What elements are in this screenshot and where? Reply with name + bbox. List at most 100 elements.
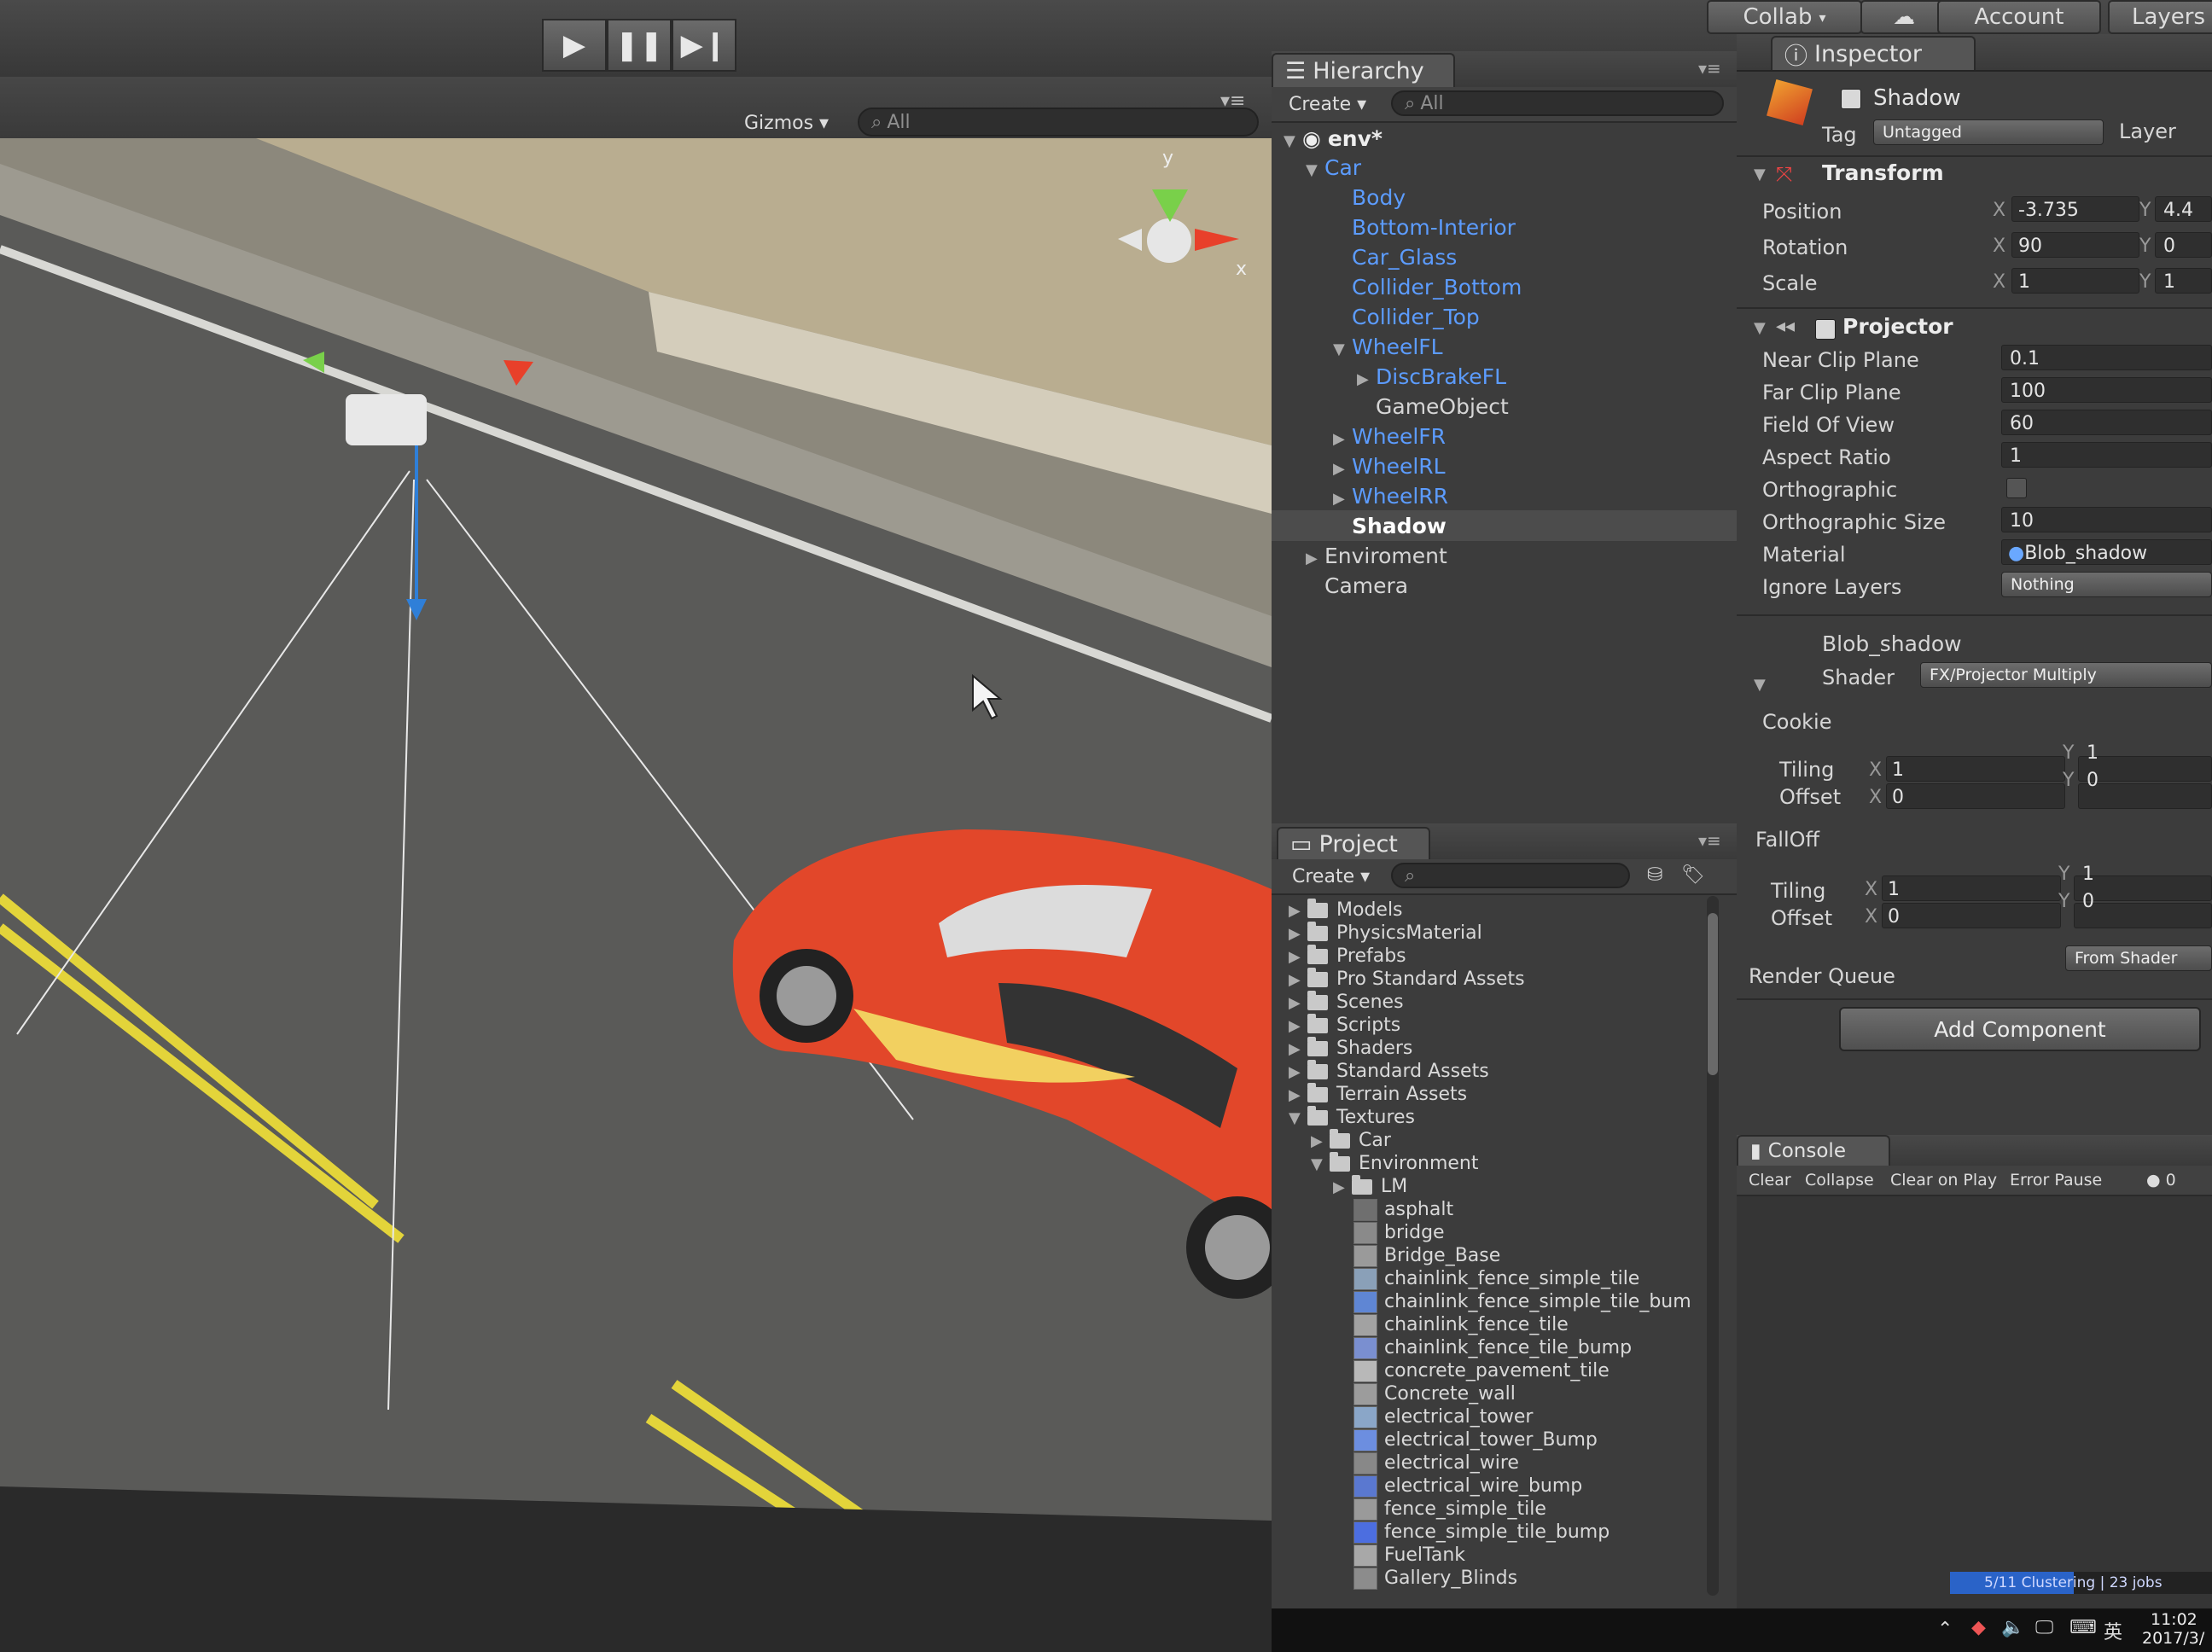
expand-triangle-icon[interactable]: ▼ xyxy=(1333,335,1352,364)
texture-bridge-base[interactable]: Bridge_Base xyxy=(1353,1244,1500,1268)
falloff-offset-x-field[interactable] xyxy=(1882,903,2061,928)
shader-dropdown[interactable]: FX/Projector Multiply xyxy=(1920,662,2212,688)
hierarchy-item-wheelfl[interactable]: ▼ WheelFL xyxy=(1333,333,1443,362)
folder-pro-standard-assets[interactable]: ▶ Pro Standard Assets xyxy=(1289,968,1525,992)
folder-lm[interactable]: ▶ LM xyxy=(1333,1175,1407,1199)
hierarchy-item-gameobject[interactable]: GameObject xyxy=(1376,393,1509,422)
hierarchy-item-bottom-interior[interactable]: Bottom-Interior xyxy=(1352,213,1516,242)
expand-triangle-icon[interactable]: ▶ xyxy=(1289,1084,1307,1108)
expand-triangle-icon[interactable]: ▶ xyxy=(1357,365,1376,394)
expand-triangle-icon[interactable]: ▶ xyxy=(1289,992,1307,1015)
scene-viewport[interactable]: y x xyxy=(0,138,1272,1652)
hierarchy-item-camera[interactable]: Camera xyxy=(1324,572,1408,601)
texture-electrical-wire[interactable]: electrical_wire xyxy=(1353,1451,1519,1475)
folder-physicsmaterial[interactable]: ▶ PhysicsMaterial xyxy=(1289,922,1482,945)
panel-menu-icon[interactable]: ▾≡ xyxy=(1698,58,1721,79)
folder-shaders[interactable]: ▶ Shaders xyxy=(1289,1037,1412,1061)
expand-triangle-icon[interactable]: ▶ xyxy=(1311,1130,1330,1154)
gizmos-dropdown[interactable]: Gizmos ▾ xyxy=(744,113,829,134)
expand-triangle-icon[interactable]: ▶ xyxy=(1289,1061,1307,1085)
expand-triangle-icon[interactable]: ▶ xyxy=(1333,455,1352,484)
console-clear-on-play-button[interactable]: Clear on Play xyxy=(1890,1171,1997,1190)
cloud-button[interactable]: ☁ xyxy=(1860,0,1947,34)
console-collapse-button[interactable]: Collapse xyxy=(1805,1171,1874,1190)
expand-triangle-icon[interactable]: ▼ xyxy=(1754,319,1766,337)
expand-triangle-icon[interactable]: ▼ xyxy=(1311,1153,1330,1177)
tray-up-arrow-icon[interactable]: ⌃ xyxy=(1937,1619,1953,1640)
hierarchy-item-car-glass[interactable]: Car_Glass xyxy=(1352,243,1457,272)
ignore-layers-dropdown[interactable]: Nothing xyxy=(2001,572,2212,597)
folder-scripts[interactable]: ▶ Scripts xyxy=(1289,1014,1400,1038)
folder-models[interactable]: ▶ Models xyxy=(1289,899,1403,922)
falloff-tiling-x-field[interactable] xyxy=(1882,875,2061,901)
expand-triangle-icon[interactable]: ▼ xyxy=(1289,1107,1307,1131)
hierarchy-item-shadow[interactable]: Shadow xyxy=(1352,512,1447,541)
hierarchy-item-wheelrl[interactable]: ▶ WheelRL xyxy=(1333,452,1446,481)
hierarchy-create-button[interactable]: Create ▾ xyxy=(1289,94,1366,115)
cookie-offset-x-field[interactable] xyxy=(1886,783,2065,809)
scrollbar-thumb[interactable] xyxy=(1708,913,1718,1075)
expand-triangle-icon[interactable]: ▶ xyxy=(1289,899,1307,923)
panel-menu-icon[interactable]: ▾≡ xyxy=(1698,830,1721,851)
texture-gallery-blinds[interactable]: Gallery_Blinds xyxy=(1353,1567,1517,1591)
texture-asphalt[interactable]: asphalt xyxy=(1353,1198,1453,1222)
project-scrollbar[interactable] xyxy=(1707,896,1719,1596)
step-button[interactable]: ▶❙ xyxy=(672,19,736,72)
scene-root[interactable]: ▼ ◉ env* xyxy=(1284,125,1382,154)
texture-electrical-tower[interactable]: electrical_tower xyxy=(1353,1405,1533,1429)
texture-chainlink-fence-tile[interactable]: chainlink_fence_tile xyxy=(1353,1313,1569,1337)
texture-chainlink-fence-tile-bump[interactable]: chainlink_fence_tile_bump xyxy=(1353,1336,1632,1360)
expand-triangle-icon[interactable]: ▼ xyxy=(1306,156,1324,185)
play-button[interactable]: ▶ xyxy=(542,19,607,72)
object-name-field[interactable]: Shadow xyxy=(1873,85,1961,111)
falloff-tiling-y-field[interactable] xyxy=(2074,875,2212,901)
expand-triangle-icon[interactable]: ▶ xyxy=(1289,1038,1307,1062)
network-icon[interactable]: 🖵 xyxy=(2035,1617,2053,1638)
expand-triangle-icon[interactable]: ▶ xyxy=(1289,922,1307,946)
expand-triangle-icon[interactable]: ▶ xyxy=(1306,544,1324,573)
folder-textures[interactable]: ▼ Textures xyxy=(1289,1106,1415,1130)
hierarchy-item-wheelfr[interactable]: ▶ WheelFR xyxy=(1333,422,1446,451)
expand-triangle-icon[interactable]: ▶ xyxy=(1333,1176,1352,1200)
texture-electrical-wire-bump[interactable]: electrical_wire_bump xyxy=(1353,1475,1582,1498)
texture-concrete-wall[interactable]: Concrete_wall xyxy=(1353,1382,1516,1406)
expand-triangle-icon[interactable]: ▶ xyxy=(1289,945,1307,969)
console-clear-button[interactable]: Clear xyxy=(1749,1171,1791,1190)
tab-inspector[interactable]: ⓘ Inspector xyxy=(1771,36,1976,70)
console-error-pause-button[interactable]: Error Pause xyxy=(2010,1171,2102,1190)
filter-by-type-icon[interactable]: ⛁ xyxy=(1647,864,1662,886)
tray-app-icon[interactable]: ◆ xyxy=(1971,1617,1986,1638)
hierarchy-item-discbrakefl[interactable]: ▶ DiscBrakeFL xyxy=(1357,363,1506,392)
expand-triangle-icon[interactable]: ▼ xyxy=(1754,676,1766,694)
account-button[interactable]: Account xyxy=(1937,0,2101,34)
expand-triangle-icon[interactable]: ▶ xyxy=(1289,1015,1307,1038)
hierarchy-item-body[interactable]: Body xyxy=(1352,183,1406,212)
folder-standard-assets[interactable]: ▶ Standard Assets xyxy=(1289,1060,1489,1084)
expand-triangle-icon[interactable]: ▶ xyxy=(1289,969,1307,992)
scene-search-input[interactable]: ⌕ All xyxy=(858,108,1259,137)
tab-project[interactable]: ▭ Project xyxy=(1277,827,1430,859)
texture-chainlink-fence-simple-tile-bump[interactable]: chainlink_fence_simple_tile_bum xyxy=(1353,1290,1691,1314)
hierarchy-item-enviroment[interactable]: ▶ Enviroment xyxy=(1306,542,1447,571)
hierarchy-search-input[interactable]: ⌕ All xyxy=(1391,90,1724,116)
expand-triangle-icon[interactable]: ▶ xyxy=(1333,425,1352,454)
aspect-ratio-field[interactable] xyxy=(2001,442,2212,468)
project-search-input[interactable]: ⌕ xyxy=(1391,863,1630,888)
texture-fence-simple-tile-bump[interactable]: fence_simple_tile_bump xyxy=(1353,1521,1610,1544)
filter-by-label-icon[interactable]: 🏷 xyxy=(1681,864,1705,886)
texture-fueltank[interactable]: FuelTank xyxy=(1353,1544,1465,1568)
active-checkbox[interactable] xyxy=(1841,89,1861,109)
ime-language[interactable]: 英 xyxy=(2104,1617,2122,1644)
cookie-tiling-x-field[interactable] xyxy=(1886,756,2065,782)
folder-environment[interactable]: ▼ Environment xyxy=(1311,1152,1478,1176)
hierarchy-item-wheelrr[interactable]: ▶ WheelRR xyxy=(1333,482,1448,511)
tab-hierarchy[interactable]: ☰ Hierarchy xyxy=(1272,53,1455,87)
project-create-button[interactable]: Create ▾ xyxy=(1292,866,1370,887)
pause-button[interactable]: ❚❚ xyxy=(607,19,672,72)
folder-prefabs[interactable]: ▶ Prefabs xyxy=(1289,945,1406,969)
tag-dropdown[interactable]: Untagged xyxy=(1873,119,2104,145)
projector-enabled-checkbox[interactable] xyxy=(1815,319,1836,340)
layers-button[interactable]: Layers xyxy=(2108,0,2212,34)
texture-bridge[interactable]: bridge xyxy=(1353,1221,1445,1245)
input-method-icon[interactable]: ⌨ xyxy=(2069,1617,2097,1638)
